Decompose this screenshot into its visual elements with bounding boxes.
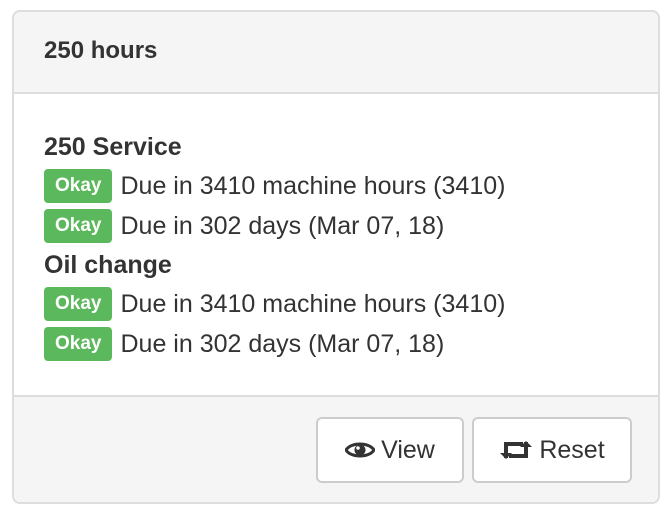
maintenance-panel: 250 hours 250 Service Okay Due in 3410 m…: [12, 10, 660, 504]
panel-title: 250 hours: [44, 37, 158, 64]
panel-body: 250 Service Okay Due in 3410 machine hou…: [14, 94, 658, 395]
status-badge: Okay: [44, 209, 113, 243]
retweet-icon: [499, 438, 533, 462]
panel-footer: View Reset: [14, 395, 658, 502]
status-line: Okay Due in 302 days (Mar 07, 18): [44, 206, 628, 246]
service-title: Oil change: [44, 251, 172, 279]
panel-heading: 250 hours: [14, 12, 658, 94]
status-text: Due in 302 days (Mar 07, 18): [120, 212, 445, 240]
view-button[interactable]: View: [316, 417, 464, 483]
status-line: Okay Due in 3410 machine hours (3410): [44, 166, 628, 206]
service-group-250-service: 250 Service Okay Due in 3410 machine hou…: [44, 128, 628, 246]
status-text: Due in 3410 machine hours (3410): [120, 172, 506, 200]
view-button-label: View: [381, 435, 435, 464]
reset-button-label: Reset: [539, 435, 605, 464]
status-line: Okay Due in 3410 machine hours (3410): [44, 284, 628, 324]
status-badge: Okay: [44, 169, 113, 203]
status-badge: Okay: [44, 327, 113, 361]
status-text: Due in 3410 machine hours (3410): [120, 290, 506, 318]
status-text: Due in 302 days (Mar 07, 18): [120, 330, 445, 358]
service-group-oil-change: Oil change Okay Due in 3410 machine hour…: [44, 246, 628, 364]
reset-button[interactable]: Reset: [472, 417, 632, 483]
status-line: Okay Due in 302 days (Mar 07, 18): [44, 324, 628, 364]
status-badge: Okay: [44, 287, 113, 321]
service-title: 250 Service: [44, 133, 182, 161]
eye-icon: [345, 439, 376, 461]
